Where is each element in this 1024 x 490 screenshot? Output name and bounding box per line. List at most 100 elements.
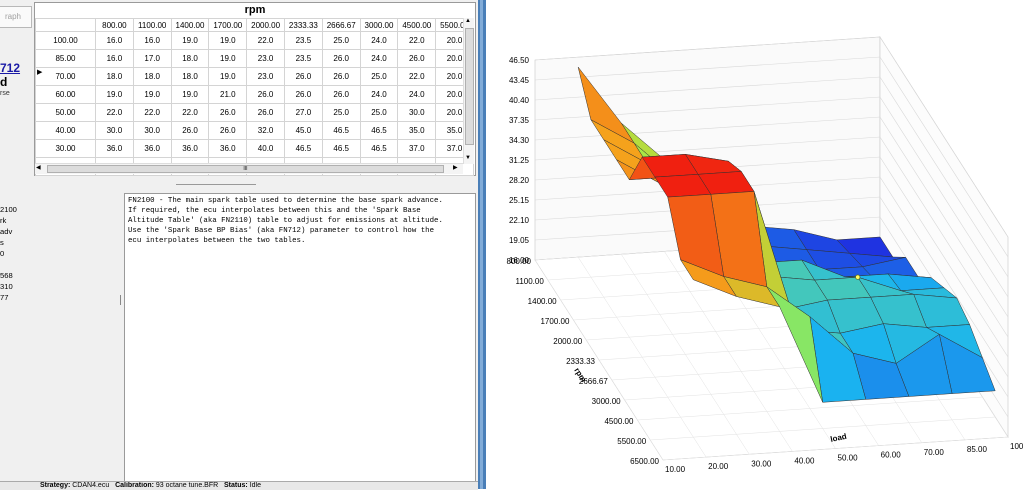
column-header-rpm[interactable]: 1700.00 [208, 18, 248, 32]
table-cell[interactable]: 18.0 [132, 67, 172, 86]
pane-splitter[interactable] [176, 184, 256, 191]
table-cell[interactable]: 23.5 [283, 49, 323, 68]
table-vertical-scrollbar[interactable]: ▲ ▼ [463, 18, 474, 164]
table-cell[interactable]: 22.0 [246, 31, 285, 50]
table-cell[interactable]: 26.0 [246, 85, 285, 104]
column-header-rpm[interactable]: 3000.00 [359, 18, 399, 32]
table-cell[interactable]: 16.0 [132, 31, 172, 50]
table-cell[interactable]: 26.0 [283, 85, 323, 104]
table-cell[interactable]: 25.0 [321, 31, 361, 50]
table-cell[interactable]: 37.0 [397, 139, 437, 158]
row-header-load[interactable]: 85.00 [35, 49, 96, 68]
table-cell[interactable]: 36.0 [208, 139, 248, 158]
vertical-scroll-thumb[interactable] [465, 28, 474, 145]
table-cell[interactable]: 36.0 [170, 139, 210, 158]
table-cell[interactable]: 23.0 [246, 49, 285, 68]
row-header-load[interactable]: 40.00 [35, 121, 96, 140]
table-cell[interactable]: 46.5 [359, 139, 399, 158]
table-cell[interactable]: 26.0 [170, 121, 210, 140]
table-cell[interactable]: 25.0 [359, 103, 399, 122]
table-cell[interactable]: 26.0 [321, 85, 361, 104]
column-header-rpm[interactable]: 800.00 [95, 18, 134, 32]
table-row: 85.00 16.0 17.0 18.0 19.0 23.0 23.5 26.0 24.0 26.… [35, 49, 474, 68]
table-cell[interactable]: 32.0 [246, 121, 285, 140]
table-cell[interactable]: 30.0 [397, 103, 437, 122]
table-cell[interactable]: 26.0 [208, 121, 248, 140]
column-header-rpm[interactable]: 4500.00 [397, 18, 437, 32]
table-cell[interactable]: 16.0 [95, 49, 134, 68]
scroll-down-icon[interactable]: ▼ [465, 155, 471, 161]
table-cell[interactable]: 24.0 [359, 31, 399, 50]
column-header-rpm[interactable]: 2333.33 [283, 18, 323, 32]
table-cell[interactable]: 24.0 [359, 49, 399, 68]
table-cell[interactable]: 21.0 [208, 85, 248, 104]
table-cell[interactable]: 26.0 [208, 103, 248, 122]
table-cell[interactable]: 19.0 [208, 31, 248, 50]
table-cell[interactable]: 24.0 [359, 85, 399, 104]
graph-button[interactable]: raph [0, 6, 32, 28]
table-cell[interactable]: 25.0 [359, 67, 399, 86]
table-cell[interactable]: 22.0 [397, 31, 437, 50]
surface-cursor-point[interactable] [855, 274, 861, 280]
table-cell[interactable]: 26.0 [321, 49, 361, 68]
scroll-up-icon[interactable]: ▲ [465, 18, 471, 24]
table-cell[interactable]: 23.5 [283, 31, 323, 50]
table-cell[interactable]: 25.0 [321, 103, 361, 122]
table-cell[interactable]: 22.0 [132, 103, 172, 122]
table-cell[interactable]: 22.0 [397, 67, 437, 86]
scroll-right-icon[interactable]: ▶ [453, 164, 458, 171]
property-value: adv [0, 227, 13, 236]
horizontal-scroll-thumb[interactable]: III [47, 165, 444, 173]
table-cell[interactable]: 19.0 [170, 85, 210, 104]
table-cell[interactable]: 19.0 [132, 85, 172, 104]
column-header-rpm[interactable]: 1400.00 [170, 18, 210, 32]
spark-surface-chart[interactable]: 16.0019.0522.1025.1528.2031.2534.3037.35… [486, 0, 1024, 489]
table-cell[interactable]: 30.0 [95, 121, 134, 140]
table-cell[interactable]: 16.0 [95, 31, 134, 50]
row-header-load[interactable]: 50.00 [35, 103, 96, 122]
table-cell[interactable]: 30.0 [132, 121, 172, 140]
table-cell[interactable]: 46.5 [283, 139, 323, 158]
parameter-link[interactable]: 712 [0, 61, 20, 75]
table-cell[interactable]: 26.0 [283, 67, 323, 86]
table-cell[interactable]: 46.5 [321, 139, 361, 158]
table-cell[interactable]: 36.0 [132, 139, 172, 158]
row-header-load[interactable]: 60.00 [35, 85, 96, 104]
table-cell[interactable]: 45.0 [283, 121, 323, 140]
property-value: rk [0, 216, 7, 225]
column-header-rpm[interactable]: 2000.00 [246, 18, 285, 32]
table-cell[interactable]: 26.0 [246, 103, 285, 122]
row-header-load[interactable]: 100.00 [35, 31, 96, 50]
table-cell[interactable]: 36.0 [95, 139, 134, 158]
load-tick-label: 85.00 [967, 445, 988, 454]
z-tick-label: 34.30 [509, 136, 530, 145]
table-cell[interactable]: 22.0 [95, 103, 134, 122]
table-cell[interactable]: 18.0 [170, 49, 210, 68]
surface-chart-pane: 16.00 19.05 22.10 25.15 28.20 31.25 34.30 37.35… [486, 0, 1024, 489]
table-cell[interactable]: 46.5 [321, 121, 361, 140]
table-cell[interactable]: 40.0 [246, 139, 285, 158]
table-cell[interactable]: 19.0 [95, 85, 134, 104]
row-header-load[interactable]: 30.00 [35, 139, 96, 158]
table-cell[interactable]: 35.0 [397, 121, 437, 140]
table-cell[interactable]: 17.0 [132, 49, 172, 68]
table-horizontal-scrollbar[interactable]: ◀ III ▶ [35, 163, 463, 174]
table-editor-pane: raph 712 d rse 2100 rk adv s 0 568 310 77 rpm 8… [0, 0, 478, 490]
table-cell[interactable]: 18.0 [95, 67, 134, 86]
table-cell[interactable]: 24.0 [397, 85, 437, 104]
spark-table: 800.00 1100.00 1400.00 1700.00 2000.00 2333.3… [35, 18, 474, 176]
row-header-load[interactable]: 70.00 [35, 67, 96, 86]
table-cell[interactable]: 26.0 [321, 67, 361, 86]
table-cell[interactable]: 27.0 [283, 103, 323, 122]
column-header-rpm[interactable]: 2666.67 [321, 18, 361, 32]
table-cell[interactable]: 26.0 [397, 49, 437, 68]
table-cell[interactable]: 19.0 [170, 31, 210, 50]
table-cell[interactable]: 19.0 [208, 49, 248, 68]
column-header-rpm[interactable]: 1100.00 [132, 18, 172, 32]
table-cell[interactable]: 46.5 [359, 121, 399, 140]
table-cell[interactable]: 18.0 [170, 67, 210, 86]
scroll-left-icon[interactable]: ◀ [36, 164, 41, 171]
table-cell[interactable]: 19.0 [208, 67, 248, 86]
table-cell[interactable]: 22.0 [170, 103, 210, 122]
table-cell[interactable]: 23.0 [246, 67, 285, 86]
